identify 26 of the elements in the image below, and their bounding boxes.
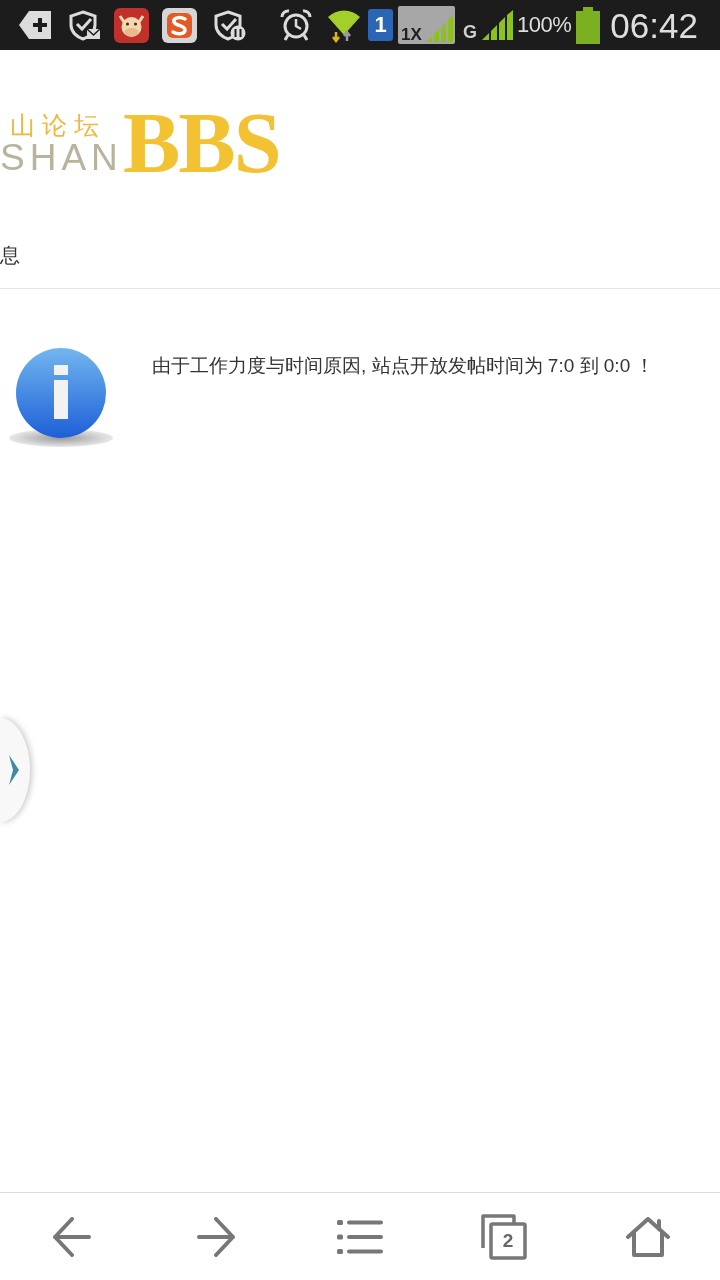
forward-arrow-icon (197, 1216, 235, 1257)
alarm-clock-icon (279, 8, 313, 42)
network-type-label: G (463, 23, 477, 41)
battery-percent: 100% (517, 14, 572, 36)
logo-chinese-text: 山论坛 (10, 112, 107, 138)
logo-latin-text: SHAN (0, 141, 120, 175)
sim-card-number: 1 (368, 9, 393, 41)
back-arrow-icon (53, 1216, 91, 1257)
info-icon (9, 347, 113, 448)
notice-message: 由于工作力度与时间原因, 站点开放发帖时间为 7:0 到 0:0 ！ (152, 354, 655, 378)
home-icon (626, 1216, 670, 1257)
network-label: 1X (401, 26, 422, 43)
nav-label: 息 (0, 244, 20, 265)
signal-icon (481, 10, 515, 40)
shield-envelope-icon (68, 9, 101, 41)
cow-app-icon (114, 7, 149, 43)
app-tile-icon (162, 7, 197, 43)
chevron-right-icon (8, 755, 20, 785)
plus-tag-icon (18, 10, 52, 40)
side-panel-handle[interactable] (0, 718, 30, 822)
battery-icon (576, 6, 601, 44)
menu-list-icon (337, 1217, 383, 1256)
shield-badge-icon (213, 9, 246, 41)
status-time: 06:42 (610, 7, 698, 43)
logo-bbs-text: BBS (123, 106, 280, 180)
tabs-button[interactable]: 2 (432, 1193, 576, 1280)
